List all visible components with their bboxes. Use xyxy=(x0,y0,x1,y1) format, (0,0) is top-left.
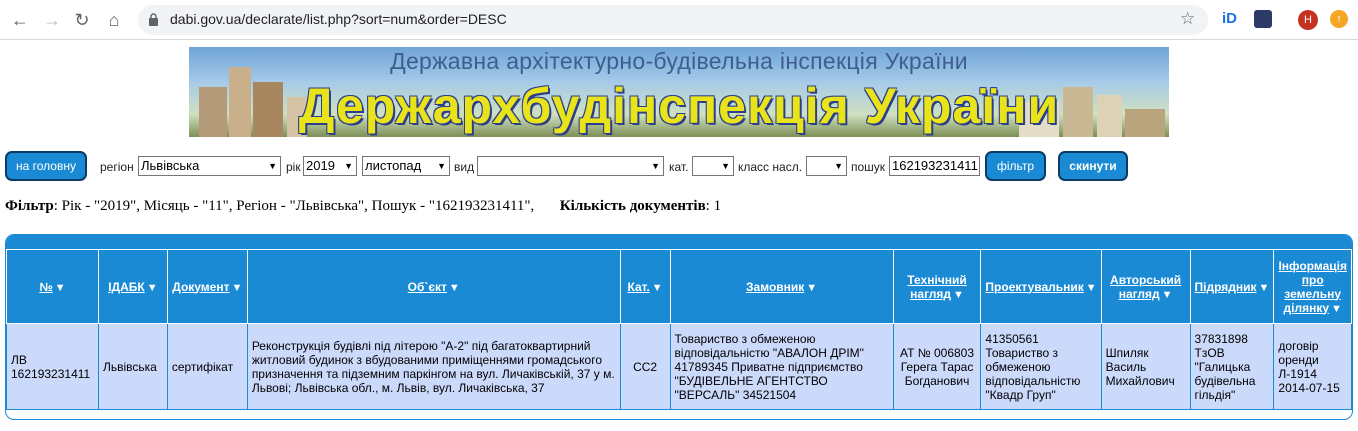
filter-summary: Фільтр: Рік - "2019", Місяць - "11", Рег… xyxy=(5,198,721,215)
header-num[interactable]: № ▼ xyxy=(6,249,99,324)
extension-id-icon[interactable]: iD xyxy=(1222,10,1237,27)
url-text[interactable]: dabi.gov.ua/declarate/list.php?sort=num&… xyxy=(170,11,507,27)
sort-arrow-icon: ▼ xyxy=(448,281,460,294)
search-input[interactable]: 162193231411 xyxy=(889,156,980,176)
header-category[interactable]: Кат. ▼ xyxy=(619,249,671,324)
cell-num: ЛВ 162193231411 xyxy=(6,323,99,410)
table-header-row: № ▼ ІДАБК ▼ Документ ▼ Об`єкт ▼ Кат. ▼ Замовн… xyxy=(6,249,1352,324)
chevron-down-icon: ▼ xyxy=(344,161,353,171)
declarations-table-container: № ▼ ІДАБК ▼ Документ ▼ Об`єкт ▼ Кат. ▼ Замовн… xyxy=(5,234,1353,420)
header-land-info[interactable]: Інформація про земельну ділянку ▼ xyxy=(1273,249,1352,324)
home-button[interactable]: на головну xyxy=(5,151,87,181)
header-contractor[interactable]: Підрядник ▼ xyxy=(1189,249,1275,324)
cell-customer: Товариство з обмеженою відповідальністю … xyxy=(669,323,894,410)
reset-button[interactable]: скинути xyxy=(1058,151,1128,181)
year-label: рік xyxy=(286,160,301,174)
extension-icon[interactable] xyxy=(1254,10,1272,28)
home-icon[interactable]: ⌂ xyxy=(102,8,126,32)
bookmark-star-icon[interactable]: ☆ xyxy=(1180,9,1195,29)
document-count-title: Кількість документів xyxy=(559,198,706,214)
filter-button[interactable]: фільтр xyxy=(985,151,1046,181)
reload-icon[interactable]: ↻ xyxy=(70,8,94,32)
sort-arrow-icon: ▼ xyxy=(1258,281,1270,294)
category-label: кат. xyxy=(669,160,689,174)
year-select[interactable]: 2019 ▼ xyxy=(303,156,357,176)
header-customer[interactable]: Замовник ▼ xyxy=(669,249,894,324)
search-label: пошук xyxy=(851,160,886,174)
lock-icon xyxy=(149,13,158,26)
profile-avatar[interactable]: H xyxy=(1298,10,1318,30)
browser-toolbar: ← → ↻ ⌂ dabi.gov.ua/declarate/list.php?s… xyxy=(0,0,1358,40)
type-label: вид xyxy=(454,160,475,174)
cell-idabk: Львівська xyxy=(97,323,168,410)
forward-icon[interactable]: → xyxy=(40,8,64,32)
chevron-down-icon: ▼ xyxy=(834,161,843,171)
cell-tech-supervision: АТ № 006803 Герега Тарас Богданович xyxy=(892,323,982,410)
region-select[interactable]: Львівська ▼ xyxy=(138,156,281,176)
back-icon[interactable]: ← xyxy=(8,8,32,32)
cell-contractor: 37831898 ТзОВ "Галицька будівельна гільд… xyxy=(1189,323,1275,410)
cell-object: Реконструкція будівлі під літерою "А-2" … xyxy=(246,323,621,410)
month-select[interactable]: листопад ▼ xyxy=(362,156,450,176)
banner-subtitle: Державна архітектурно-будівельна інспекц… xyxy=(390,48,968,74)
header-object[interactable]: Об`єкт ▼ xyxy=(246,249,621,324)
cell-category: СС2 xyxy=(619,323,671,410)
type-select[interactable]: ▼ xyxy=(477,156,664,176)
sort-arrow-icon: ▼ xyxy=(806,281,818,294)
header-author-supervision[interactable]: Авторський нагляд ▼ xyxy=(1100,249,1191,324)
cell-land-info: договір оренди Л-1914 2014-07-15 xyxy=(1273,323,1352,410)
sort-arrow-icon: ▼ xyxy=(651,281,663,294)
table-row: ЛВ 162193231411 Львівська сертифікат Рек… xyxy=(6,323,1352,410)
cell-author-supervision: Шпиляк Василь Михайлович xyxy=(1100,323,1191,410)
class-label: класс насл. xyxy=(738,160,803,174)
sort-arrow-icon: ▼ xyxy=(54,281,66,294)
banner-title: Держархбудінспекція України xyxy=(298,78,1060,134)
sort-arrow-icon: ▼ xyxy=(231,281,243,294)
cell-designer: 41350561 Товариство з обмеженою відповід… xyxy=(980,323,1102,410)
site-banner: Державна архітектурно-будівельна інспекц… xyxy=(189,47,1169,137)
cell-document: сертифікат xyxy=(166,323,248,410)
chevron-down-icon: ▼ xyxy=(651,161,660,171)
header-tech-supervision[interactable]: Технічний нагляд ▼ xyxy=(892,249,982,324)
chevron-down-icon: ▼ xyxy=(721,161,730,171)
header-document[interactable]: Документ ▼ xyxy=(166,249,248,324)
document-count-value: : 1 xyxy=(705,198,722,214)
extension-upload-icon[interactable]: ↑ xyxy=(1330,10,1348,28)
sort-arrow-icon: ▼ xyxy=(1331,302,1342,315)
sort-arrow-icon: ▼ xyxy=(1085,281,1097,294)
sort-arrow-icon: ▼ xyxy=(953,288,964,301)
category-select[interactable]: ▼ xyxy=(692,156,734,176)
chevron-down-icon: ▼ xyxy=(268,161,277,171)
sort-arrow-icon: ▼ xyxy=(1161,288,1173,301)
chevron-down-icon: ▼ xyxy=(437,161,446,171)
declarations-table: № ▼ ІДАБК ▼ Документ ▼ Об`єкт ▼ Кат. ▼ Замовн… xyxy=(6,249,1352,410)
header-designer[interactable]: Проектувальник ▼ xyxy=(980,249,1102,324)
region-label: регіон xyxy=(100,160,134,174)
filter-summary-title: Фільтр xyxy=(5,198,54,214)
class-select[interactable]: ▼ xyxy=(806,156,847,176)
header-idabk[interactable]: ІДАБК ▼ xyxy=(97,249,168,324)
sort-arrow-icon: ▼ xyxy=(146,281,158,294)
filter-summary-text: : Рік - "2019", Місяць - "11", Регіон - … xyxy=(53,198,535,214)
